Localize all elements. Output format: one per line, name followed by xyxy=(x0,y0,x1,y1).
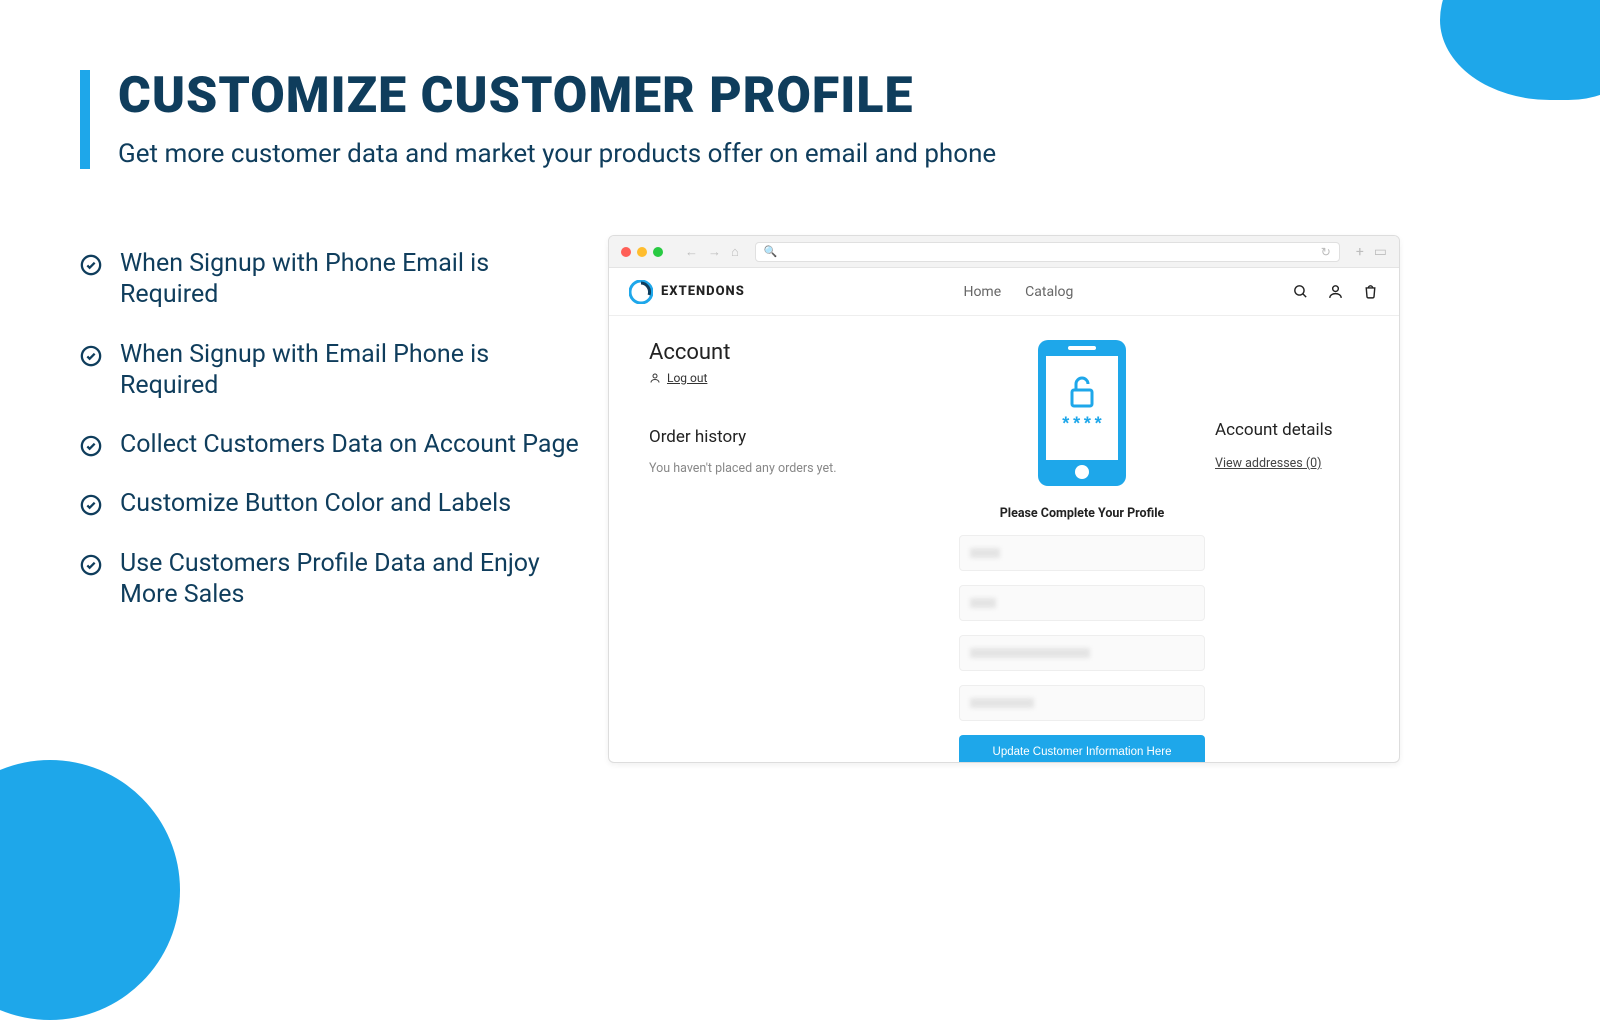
feature-text: When Signup with Email Phone is Required xyxy=(120,339,580,402)
profile-field-1[interactable] xyxy=(959,535,1205,571)
store-body: Account Log out Order history You haven'… xyxy=(609,316,1399,763)
feature-item: Customize Button Color and Labels xyxy=(80,488,580,519)
decorative-blob-bottom xyxy=(0,760,180,1020)
new-tab-icon[interactable]: + xyxy=(1356,244,1364,260)
nav-catalog[interactable]: Catalog xyxy=(1025,284,1073,300)
feature-item: Collect Customers Data on Account Page xyxy=(80,429,580,460)
feature-text: Collect Customers Data on Account Page xyxy=(120,429,579,460)
forward-icon[interactable]: → xyxy=(708,244,721,260)
nav-home[interactable]: Home xyxy=(963,284,1001,300)
reload-icon[interactable]: ↻ xyxy=(1321,245,1331,259)
view-addresses-link[interactable]: View addresses (0) xyxy=(1215,456,1322,471)
account-heading: Account xyxy=(649,340,949,365)
user-outline-icon xyxy=(649,372,661,384)
search-icon[interactable] xyxy=(1292,283,1309,300)
check-icon xyxy=(80,435,102,457)
check-icon xyxy=(80,254,102,276)
cart-icon[interactable] xyxy=(1362,283,1379,300)
feature-text: Customize Button Color and Labels xyxy=(120,488,511,519)
feature-item: Use Customers Profile Data and Enjoy Mor… xyxy=(80,548,580,611)
feature-text: Use Customers Profile Data and Enjoy Mor… xyxy=(120,548,580,611)
brand-name: EXTENDONS xyxy=(661,284,745,299)
account-column: Account Log out Order history You haven'… xyxy=(649,340,949,763)
no-orders-text: You haven't placed any orders yet. xyxy=(649,461,949,476)
search-icon: 🔍 xyxy=(764,245,778,258)
check-icon xyxy=(80,494,102,516)
profile-column: **** Please Complete Your Profile Update… xyxy=(959,340,1205,763)
svg-text:****: **** xyxy=(1060,416,1103,436)
expand-dot-icon xyxy=(653,247,663,257)
phone-lock-icon: **** xyxy=(1038,340,1126,486)
browser-toolbar: ← → ⌂ 🔍 ↻ + ▭ xyxy=(609,236,1399,268)
tabs-icon[interactable]: ▭ xyxy=(1374,244,1387,260)
close-dot-icon xyxy=(621,247,631,257)
update-profile-button[interactable]: Update Customer Information Here xyxy=(959,735,1205,763)
check-icon xyxy=(80,554,102,576)
traffic-lights xyxy=(621,247,663,257)
decorative-blob-top xyxy=(1440,0,1600,100)
nav-icons: ← → ⌂ xyxy=(685,244,739,260)
feature-item: When Signup with Email Phone is Required xyxy=(80,339,580,402)
feature-item: When Signup with Phone Email is Required xyxy=(80,248,580,311)
browser-mock: ← → ⌂ 🔍 ↻ + ▭ EXTENDONS Home Catalog xyxy=(608,235,1400,763)
address-bar[interactable]: 🔍 ↻ xyxy=(755,242,1340,262)
order-history-heading: Order history xyxy=(649,427,949,447)
logout-label: Log out xyxy=(667,371,707,385)
store-header: EXTENDONS Home Catalog xyxy=(609,268,1399,316)
details-column: Account details View addresses (0) xyxy=(1215,340,1400,763)
features-list: When Signup with Phone Email is Required… xyxy=(80,248,580,638)
check-icon xyxy=(80,345,102,367)
logout-link[interactable]: Log out xyxy=(649,371,949,385)
complete-profile-prompt: Please Complete Your Profile xyxy=(1000,506,1165,521)
minimize-dot-icon xyxy=(637,247,647,257)
user-icon[interactable] xyxy=(1327,283,1344,300)
page-title: CUSTOMIZE CUSTOMER PROFILE xyxy=(118,70,996,123)
brand[interactable]: EXTENDONS xyxy=(629,280,745,304)
profile-field-4[interactable] xyxy=(959,685,1205,721)
feature-text: When Signup with Phone Email is Required xyxy=(120,248,580,311)
account-details-heading: Account details xyxy=(1215,420,1400,440)
brand-logo-icon xyxy=(629,280,653,304)
back-icon[interactable]: ← xyxy=(685,244,698,260)
profile-field-2[interactable] xyxy=(959,585,1205,621)
profile-field-3[interactable] xyxy=(959,635,1205,671)
page-subtitle: Get more customer data and market your p… xyxy=(118,139,996,169)
home-icon[interactable]: ⌂ xyxy=(731,244,739,260)
